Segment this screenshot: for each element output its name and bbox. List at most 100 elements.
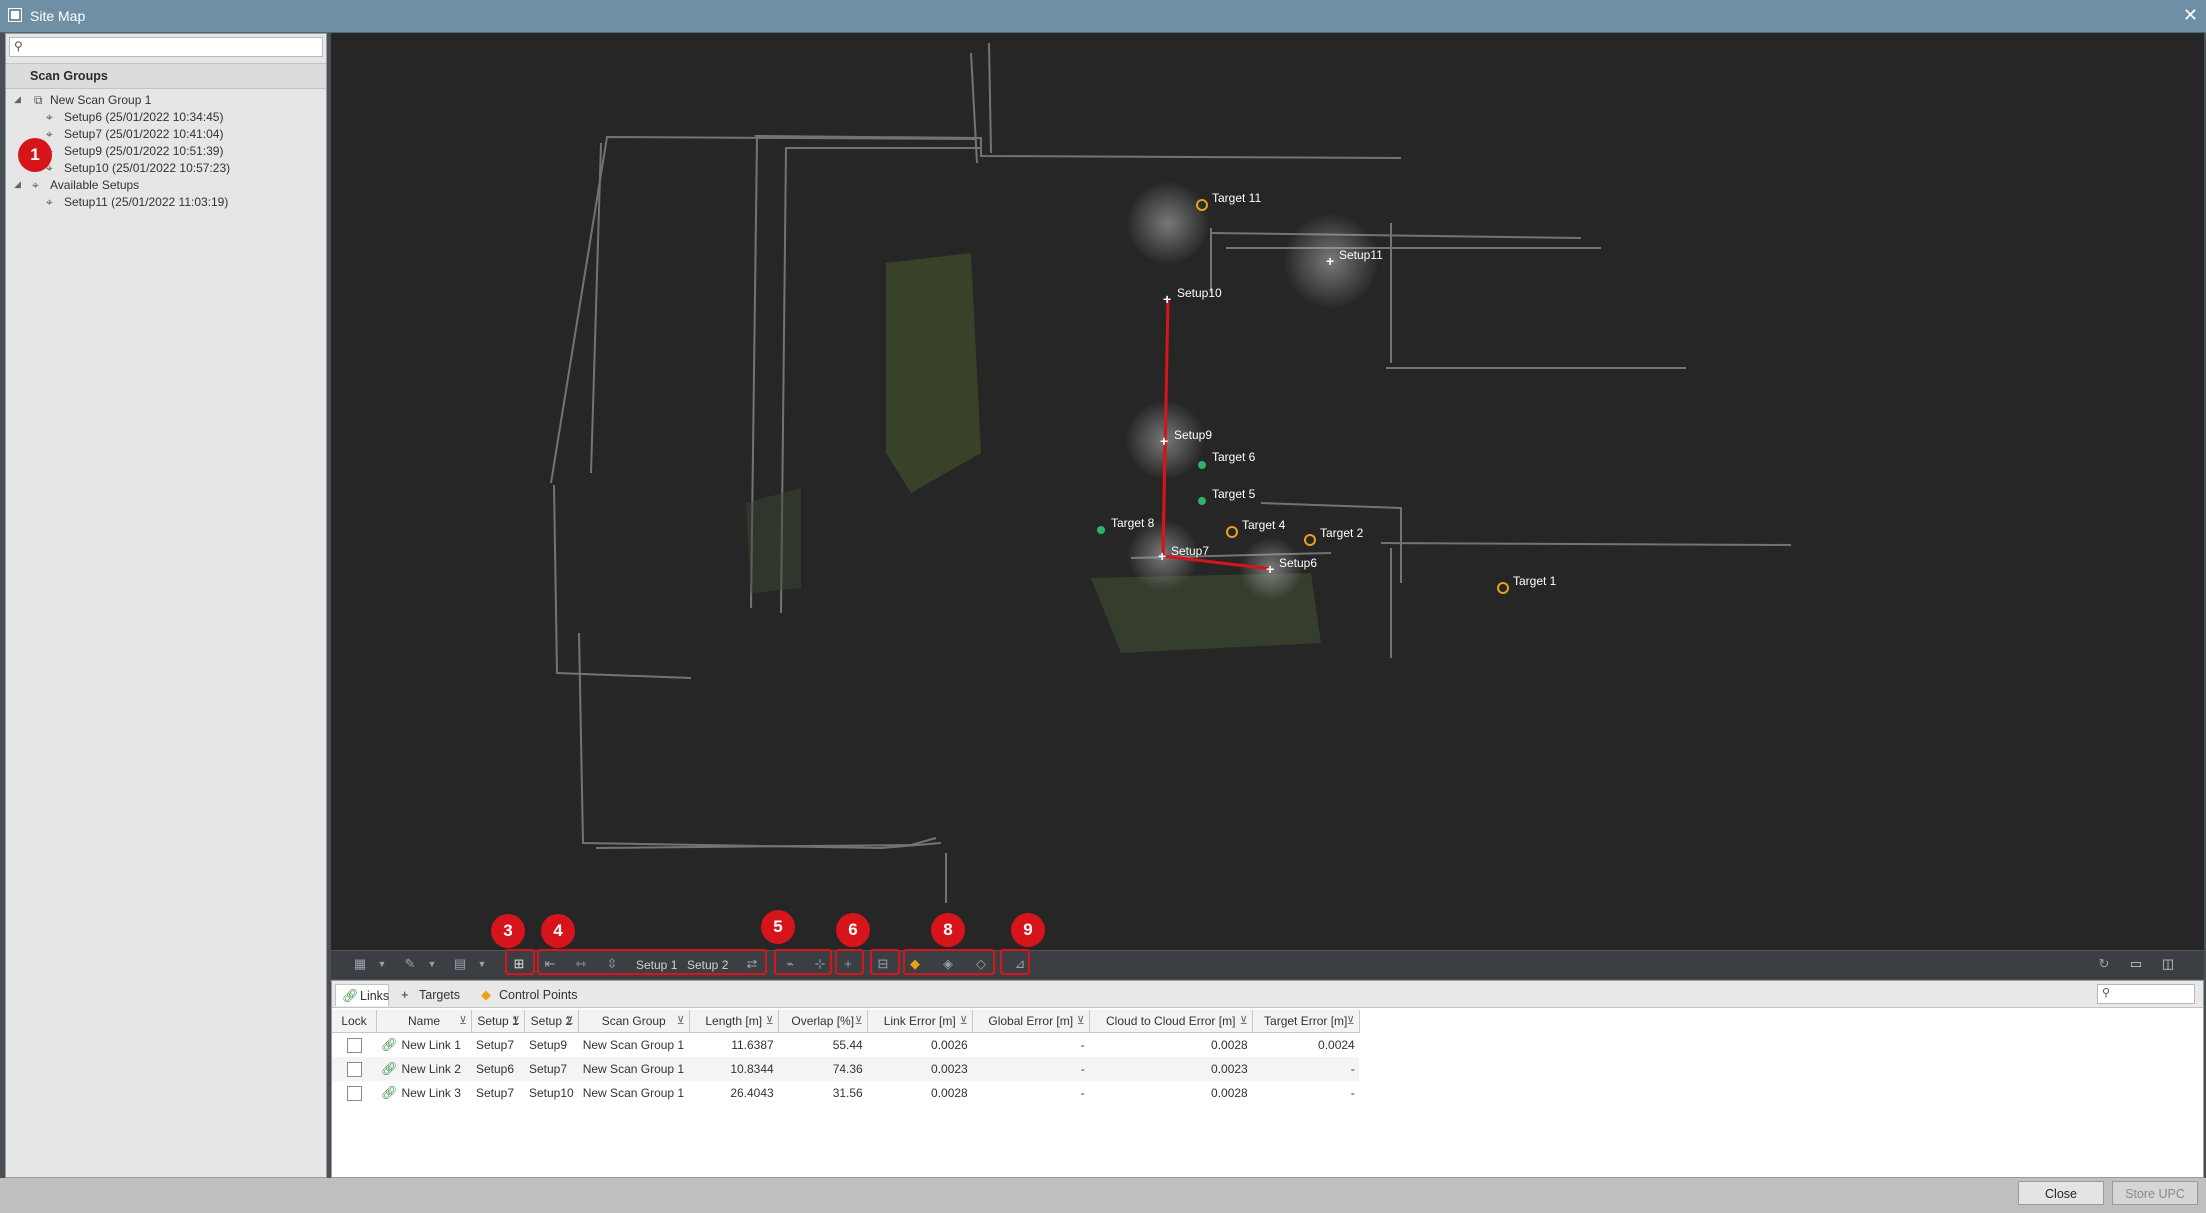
svg-text:Target 11: Target 11 <box>1212 191 1261 205</box>
svg-text:Target 4: Target 4 <box>1242 518 1286 532</box>
target-icon <box>1226 526 1238 538</box>
col-lock[interactable]: Lock <box>332 1010 377 1033</box>
filter-icon[interactable]: ⊻ <box>459 1014 467 1027</box>
draw-icon[interactable]: ✎ <box>401 956 419 972</box>
target-marker-target-4[interactable]: Target 4 <box>1226 518 1286 538</box>
target-marker-target-1[interactable]: Target 1 <box>1497 574 1557 594</box>
target-marker-target-6[interactable]: Target 6 <box>1198 450 1256 469</box>
col-target-error[interactable]: Target Error [m] ⊻ <box>1252 1010 1360 1033</box>
svg-text:Setup6: Setup6 <box>1279 556 1317 570</box>
badge-6: 6 <box>836 913 870 947</box>
col-scan-group[interactable]: Scan Group ⊻ <box>578 1010 690 1033</box>
highlight-box-3 <box>505 949 535 975</box>
maximize-panel-icon[interactable]: ▭ <box>2127 956 2145 972</box>
target-marker-target-11[interactable]: Target 11 <box>1196 191 1261 211</box>
scanner-group-icon: ⌖ <box>32 178 39 192</box>
target-marker-target-5[interactable]: Target 5 <box>1198 487 1256 505</box>
tab-targets[interactable]: + Targets <box>395 984 467 1005</box>
svg-text:Setup10: Setup10 <box>1177 286 1222 300</box>
svg-text:+: + <box>1158 548 1166 564</box>
plus-target-icon: + <box>401 987 409 1002</box>
close-button[interactable]: Close <box>2018 1181 2104 1205</box>
target-marker-target-2[interactable]: Target 2 <box>1304 526 1364 546</box>
layers-icon[interactable]: ▤ <box>451 956 469 972</box>
filter-icon[interactable]: ⊻ <box>677 1014 685 1027</box>
control-point-icon: ◆ <box>481 987 491 1002</box>
badge-9: 9 <box>1011 913 1045 947</box>
col-link-error[interactable]: Link Error [m] ⊻ <box>867 1010 973 1033</box>
expand-triangle-icon[interactable]: ◢ <box>14 179 21 190</box>
col-setup-1[interactable]: Setup 1 ⊻ <box>471 1010 525 1033</box>
col-length[interactable]: Length [m] ⊻ <box>689 1010 779 1033</box>
scan-groups-search-input[interactable] <box>30 39 320 57</box>
table-row[interactable]: 🔗︎ New Link 3 Setup7 Setup10 New Scan Gro… <box>332 1081 1359 1105</box>
link-line-setup9-setup7 <box>1161 440 1167 557</box>
filter-icon[interactable]: ⊻ <box>766 1014 774 1027</box>
tab-links[interactable]: 🔗︎ Links <box>335 984 389 1006</box>
svg-text:Target 6: Target 6 <box>1212 450 1256 464</box>
target-icon <box>1198 497 1206 505</box>
window-title: Site Map <box>30 8 86 24</box>
svg-text:Setup9: Setup9 <box>1174 428 1212 442</box>
lock-checkbox[interactable] <box>346 1061 362 1077</box>
target-icon <box>1497 582 1509 594</box>
badge-4: 4 <box>541 914 575 948</box>
lock-checkbox[interactable] <box>346 1037 362 1053</box>
reset-view-icon[interactable]: ↻ <box>2095 956 2113 972</box>
scan-groups-search[interactable]: ⚲ <box>9 37 323 57</box>
col-overlap[interactable]: Overlap [%] ⊻ <box>778 1010 868 1033</box>
filter-icon[interactable]: ⊻ <box>960 1014 968 1027</box>
point-cloud-map[interactable]: + Setup10 + Setup11 + Setup9 + Setup7 + … <box>331 33 2204 950</box>
site-map-viewport[interactable]: + Setup10 + Setup11 + Setup9 + Setup7 + … <box>331 33 2204 950</box>
badge-5: 5 <box>761 910 795 944</box>
filter-icon[interactable]: ⊻ <box>1077 1014 1085 1027</box>
tree-item-setup11[interactable]: ⌖ Setup11 (25/01/2022 11:03:19) <box>46 192 316 214</box>
col-global-error[interactable]: Global Error [m] ⊻ <box>972 1010 1090 1033</box>
links-search-input[interactable] <box>2114 986 2194 1002</box>
side-panel-icon[interactable]: ◫ <box>2159 956 2177 972</box>
scan-groups-header-label: Scan Groups <box>30 69 108 83</box>
lock-checkbox[interactable] <box>346 1085 362 1101</box>
grid-view-icon[interactable]: ▦ <box>351 956 369 972</box>
badge-8: 8 <box>931 913 965 947</box>
table-row[interactable]: 🔗︎ New Link 1 Setup7 Setup9 New Scan Grou… <box>332 1033 1359 1058</box>
title-bar: Site Map ✕ <box>0 0 2206 33</box>
svg-text:Target 8: Target 8 <box>1111 516 1155 530</box>
scanner-icon: ⌖ <box>46 127 53 141</box>
expand-triangle-icon[interactable]: ◢ <box>14 94 21 105</box>
chevron-down-icon[interactable]: ▼ <box>373 956 391 972</box>
highlight-box-9 <box>1000 949 1030 975</box>
svg-text:Setup7: Setup7 <box>1171 544 1209 558</box>
col-setup-2[interactable]: Setup 2 ⊻ <box>524 1010 579 1033</box>
scanner-icon: ⌖ <box>46 110 53 124</box>
link-icon: 🔗︎ <box>342 988 359 1003</box>
store-upc-button[interactable]: Store UPC <box>2112 1181 2198 1205</box>
close-window-icon[interactable]: ✕ <box>2183 5 2198 26</box>
col-name[interactable]: Name ⊻ <box>376 1010 472 1033</box>
scan-groups-header: Scan Groups <box>6 63 326 89</box>
chevron-down-icon[interactable]: ▼ <box>423 956 441 972</box>
chevron-down-icon[interactable]: ▼ <box>473 956 491 972</box>
svg-text:+: + <box>1163 291 1171 307</box>
tab-control-points[interactable]: ◆ Control Points <box>475 984 585 1005</box>
svg-text:+: + <box>1160 433 1168 449</box>
scan-groups-panel: ⚲ Scan Groups ◢ ⧉ New Scan Group 1 ⌖ Set… <box>5 33 327 1178</box>
filter-icon[interactable]: ⊻ <box>1347 1014 1355 1027</box>
link-icon: 🔗︎ <box>381 1037 398 1052</box>
badge-3: 3 <box>491 914 525 948</box>
filter-icon[interactable]: ⊻ <box>1240 1014 1248 1027</box>
setup-marker-setup10[interactable]: + Setup10 <box>1163 286 1222 307</box>
filter-icon[interactable]: ⊻ <box>855 1014 863 1027</box>
table-row[interactable]: 🔗︎ New Link 2 Setup6 Setup7 New Scan Grou… <box>332 1057 1360 1081</box>
col-c2c-error[interactable]: Cloud to Cloud Error [m] ⊻ <box>1089 1010 1253 1033</box>
highlight-box-5 <box>774 949 832 975</box>
links-search[interactable]: ⚲ <box>2097 984 2195 1004</box>
filter-icon[interactable]: ⊻ <box>566 1014 574 1027</box>
search-icon: ⚲ <box>14 39 23 53</box>
target-icon <box>1304 534 1316 546</box>
target-icon <box>1198 461 1206 469</box>
highlight-box-8 <box>903 949 995 975</box>
filter-icon[interactable]: ⊻ <box>512 1014 520 1027</box>
highlight-box-6 <box>835 949 864 975</box>
link-icon: 🔗︎ <box>381 1085 398 1100</box>
